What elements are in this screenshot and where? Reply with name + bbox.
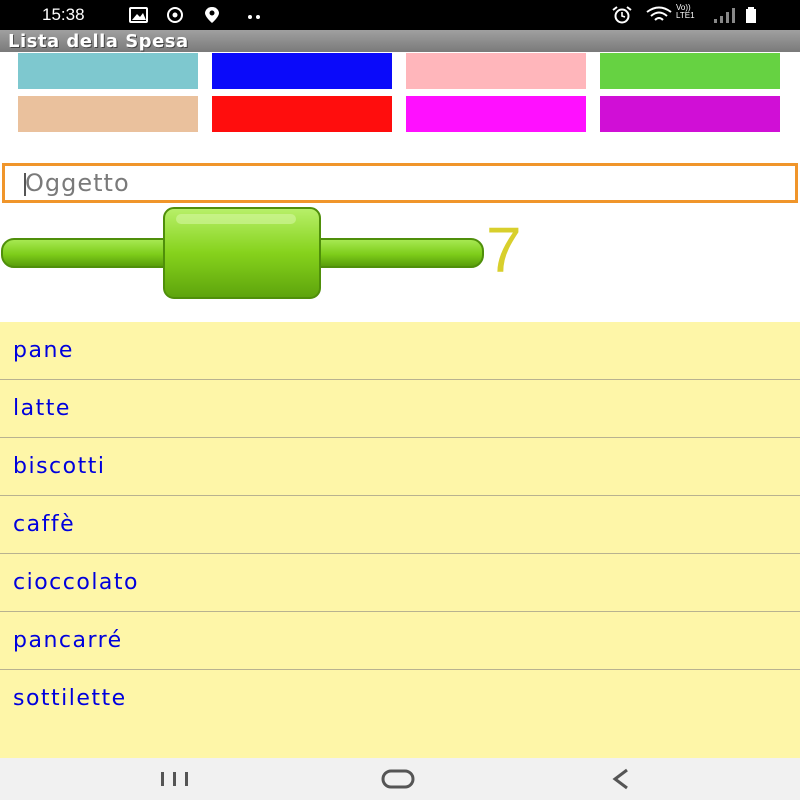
network-type: Vo)) LTE1 xyxy=(676,3,695,20)
color-swatch-red[interactable] xyxy=(212,96,392,132)
list-item[interactable]: caffè xyxy=(0,496,800,554)
signal-icon xyxy=(714,8,735,23)
color-swatch-teal[interactable] xyxy=(18,53,198,89)
recents-icon[interactable] xyxy=(155,766,195,792)
app-title-bar: Lista della Spesa xyxy=(0,30,800,52)
status-bar: 15:38 Vo)) LTE1 xyxy=(0,0,800,30)
back-icon[interactable] xyxy=(602,766,642,792)
plus-icon xyxy=(1,207,484,299)
color-swatch-blue[interactable] xyxy=(212,53,392,89)
list-item[interactable]: cioccolato xyxy=(0,554,800,612)
list-item[interactable]: biscotti xyxy=(0,438,800,496)
color-swatch-purple[interactable] xyxy=(600,96,780,132)
item-input[interactable] xyxy=(25,166,785,200)
list-item-label: latte xyxy=(13,396,71,421)
app-title: Lista della Spesa xyxy=(8,31,189,52)
home-icon[interactable] xyxy=(378,766,418,792)
wifi-icon xyxy=(646,6,672,21)
list-item[interactable]: sottilette xyxy=(0,670,800,727)
alarm-icon xyxy=(612,6,632,24)
add-item-button[interactable] xyxy=(0,206,485,300)
battery-icon xyxy=(746,7,756,23)
list-item-label: caffè xyxy=(13,512,76,537)
more-notifications-icon xyxy=(248,15,260,19)
item-input-container xyxy=(2,163,798,203)
list-item[interactable]: latte xyxy=(0,380,800,438)
list-item[interactable]: pancarré xyxy=(0,612,800,670)
list-item-label: cioccolato xyxy=(13,570,139,595)
color-palette xyxy=(18,53,782,135)
location-icon xyxy=(205,7,219,23)
color-swatch-pink[interactable] xyxy=(406,53,586,89)
color-swatch-magenta[interactable] xyxy=(406,96,586,132)
gallery-icon xyxy=(129,7,148,23)
navigation-bar xyxy=(0,758,800,800)
sync-icon xyxy=(167,7,183,23)
color-swatch-green[interactable] xyxy=(600,53,780,89)
list-item-label: pane xyxy=(13,338,74,363)
list-item-label: biscotti xyxy=(13,454,106,479)
item-count: 7 xyxy=(486,214,522,286)
list-item-label: sottilette xyxy=(13,686,127,711)
status-time: 15:38 xyxy=(42,5,85,24)
list-item[interactable]: pane xyxy=(0,322,800,380)
shopping-list: pane latte biscotti caffè cioccolato pan… xyxy=(0,322,800,758)
color-swatch-peach[interactable] xyxy=(18,96,198,132)
list-item-label: pancarré xyxy=(13,628,123,653)
